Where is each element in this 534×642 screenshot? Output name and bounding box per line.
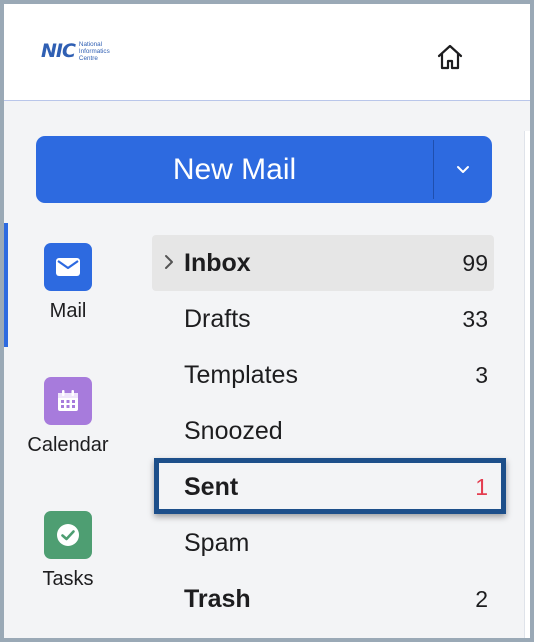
home-icon[interactable]	[433, 40, 467, 74]
calendar-icon	[44, 377, 92, 425]
folder-name-inbox: Inbox	[184, 248, 251, 277]
new-mail-dropdown-button[interactable]	[434, 136, 492, 203]
mail-icon	[44, 243, 92, 291]
check-icon	[44, 511, 92, 559]
folder-name-templates: Templates	[184, 360, 298, 389]
folder-count-inbox: 99	[462, 249, 488, 276]
folder-templates[interactable]: Templates 3	[152, 347, 494, 403]
mail-app-window: NIC National Informatics Centre New Mail	[4, 4, 530, 638]
folder-name-spam: Spam	[184, 528, 250, 557]
folder-count-drafts: 33	[462, 305, 488, 332]
app-mail[interactable]: Mail	[8, 243, 128, 323]
main-body: New Mail Mail Calendar Tasks Inbox 99 Dr…	[4, 101, 530, 638]
folder-trash[interactable]: Trash 2	[152, 571, 494, 627]
app-tasks[interactable]: Tasks	[8, 511, 128, 591]
app-label-calendar: Calendar	[27, 434, 109, 456]
logo-line-1: National	[78, 40, 103, 48]
logo-line-2: Informatics	[78, 47, 110, 55]
chevron-down-icon	[457, 165, 469, 173]
logo-text: National Informatics Centre	[79, 41, 110, 62]
folder-inbox[interactable]: Inbox 99	[152, 235, 494, 291]
folder-name-drafts: Drafts	[184, 304, 251, 333]
logo-line-3: Centre	[78, 54, 98, 62]
nic-logo[interactable]: NIC National Informatics Centre	[41, 40, 110, 62]
message-pane-edge	[524, 131, 530, 638]
app-label-tasks: Tasks	[42, 568, 94, 590]
app-label-mail: Mail	[49, 300, 87, 322]
sent-highlight-box	[154, 458, 506, 514]
folder-spam[interactable]: Spam	[152, 515, 494, 571]
folder-name-snoozed: Snoozed	[184, 416, 283, 445]
folder-drafts[interactable]: Drafts 33	[152, 291, 494, 347]
header-bar: NIC National Informatics Centre	[4, 4, 530, 101]
folder-count-templates: 3	[475, 361, 488, 388]
new-mail-button[interactable]: New Mail	[36, 136, 492, 203]
logo-mark: NIC	[41, 39, 76, 62]
new-mail-label[interactable]: New Mail	[36, 136, 433, 203]
app-calendar[interactable]: Calendar	[8, 377, 128, 457]
folder-snoozed[interactable]: Snoozed	[152, 403, 494, 459]
chevron-right-icon[interactable]	[162, 253, 176, 271]
folder-list: Inbox 99 Drafts 33 Templates 3 Snoozed S…	[152, 235, 494, 627]
folder-count-trash: 2	[475, 585, 488, 612]
folder-name-trash: Trash	[184, 584, 251, 613]
